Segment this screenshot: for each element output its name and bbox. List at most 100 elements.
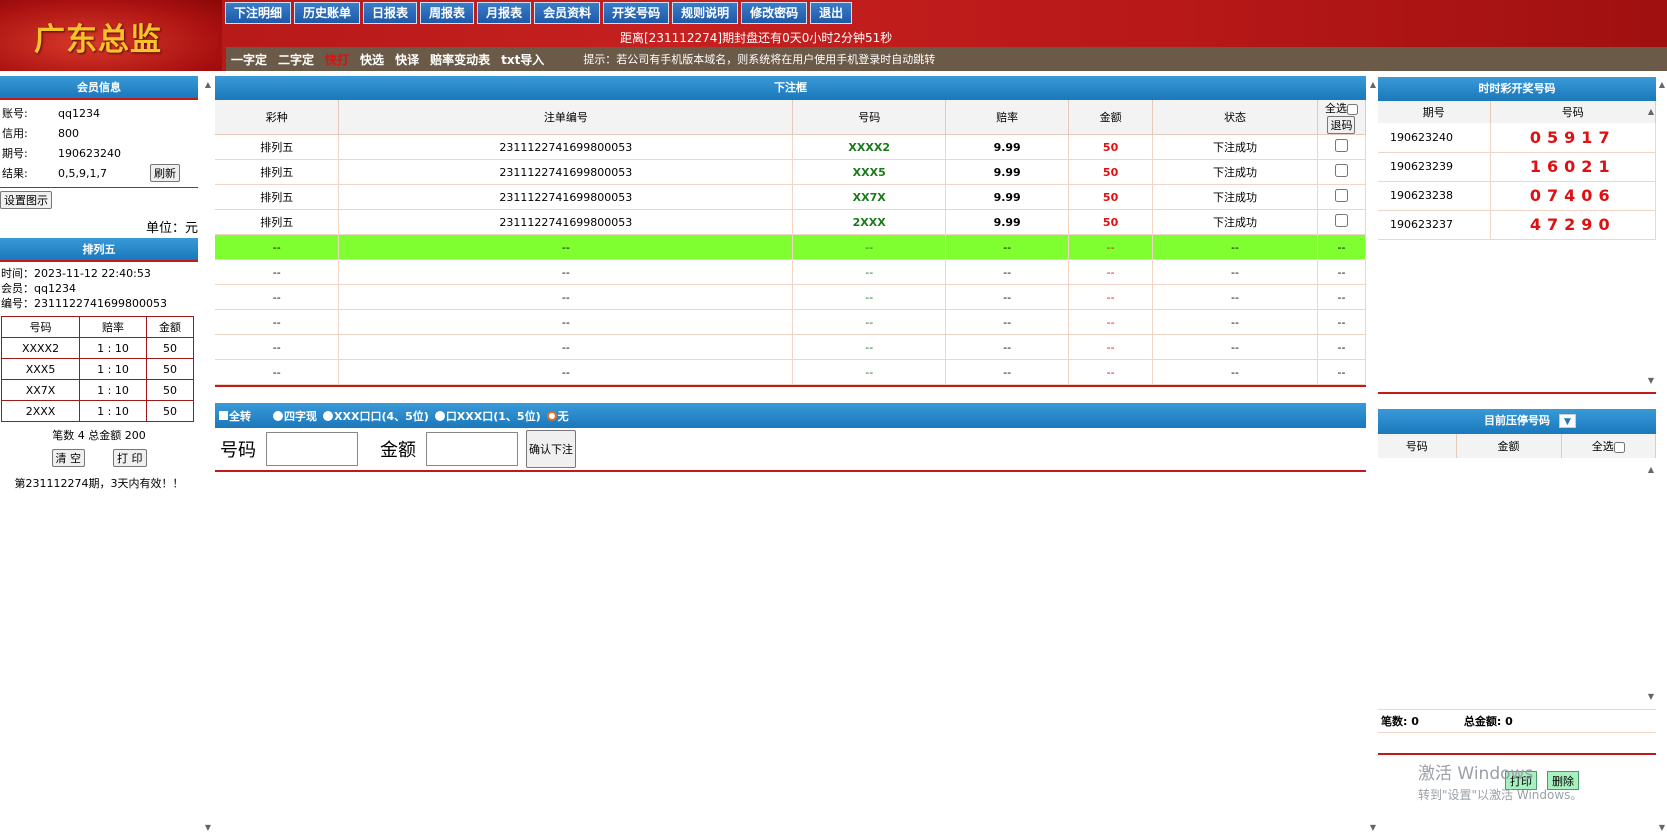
empty-cell: -- <box>215 334 340 360</box>
empty-cell: -- <box>1317 284 1367 310</box>
nav-draw-numbers[interactable]: 开奖号码 <box>603 2 670 24</box>
draw-numbers-panel: 期号 号码 190623240 05917 190623239 16021 19… <box>1378 101 1656 394</box>
subnav-two-digit[interactable]: 二字定 <box>278 51 314 68</box>
confirm-bet-button[interactable]: 确认下注 <box>526 430 576 468</box>
empty-cell: -- <box>1068 259 1154 285</box>
scroll-down-icon[interactable]: ▼ <box>1646 376 1656 385</box>
scroll-up-icon[interactable]: ▲ <box>1646 465 1656 474</box>
cell-lottery: 排列五 <box>215 209 340 235</box>
scroll-up-icon[interactable]: ▲ <box>203 80 213 89</box>
validity-note: 第231112274期，3天内有效！！ <box>14 477 184 490</box>
scroll-down-icon[interactable]: ▼ <box>1646 692 1656 701</box>
nav-weekly-report[interactable]: 周报表 <box>420 2 475 24</box>
col-number: 号码 <box>1378 434 1457 458</box>
account-value: qq1234 <box>58 106 100 120</box>
option-transfer-all[interactable]: 全转 <box>219 408 251 424</box>
cell-status: 下注成功 <box>1152 159 1318 185</box>
cell-amount: 50 <box>1068 184 1154 210</box>
scroll-up-icon[interactable]: ▲ <box>1368 80 1378 89</box>
table-row: 190623237 47290 <box>1378 210 1656 240</box>
draw-numbers-title: 时时彩开奖号码 <box>1378 77 1656 101</box>
subnav-quick-bet[interactable]: 快打 <box>325 51 349 68</box>
settings-legend-button[interactable]: 设置图示 <box>0 191 52 209</box>
empty-cell: -- <box>1068 309 1154 335</box>
print-button[interactable]: 打 印 <box>113 449 147 467</box>
watermark-line-2: 转到"设置"以激活 Windows。 <box>1418 788 1583 802</box>
radio-selected-icon <box>546 410 557 421</box>
table-row: XXXX2 1 : 10 50 <box>0 337 195 359</box>
nav-change-password[interactable]: 修改密码 <box>741 2 808 24</box>
option-four-digit[interactable]: 四字现 <box>273 408 317 424</box>
empty-cell: -- <box>945 309 1070 335</box>
table-row: -- -- -- -- -- -- -- <box>215 334 1367 360</box>
draw-period: 190623240 <box>1378 123 1491 153</box>
retract-button[interactable]: 退码 <box>1327 116 1356 134</box>
cell-status: 下注成功 <box>1152 134 1318 160</box>
row-checkbox[interactable] <box>1334 164 1348 177</box>
clear-button[interactable]: 清 空 <box>51 449 85 467</box>
table-row: 排列五 2311122741699800053 XXX5 9.99 50 下注成… <box>215 159 1367 185</box>
row-checkbox[interactable] <box>1334 189 1348 202</box>
number-input[interactable] <box>266 432 358 466</box>
nav-history[interactable]: 历史账单 <box>294 2 361 24</box>
period-row: 期号: 190623240 <box>0 143 198 163</box>
sub-nav: 一字定 二字定 快打 快选 快译 赔率变动表 txt导入 提示：若公司有手机版本… <box>226 47 1667 71</box>
col-status: 状态 <box>1152 100 1318 135</box>
scroll-down-icon[interactable]: ▼ <box>1657 823 1667 832</box>
nav-member-profile[interactable]: 会员资料 <box>534 2 601 24</box>
count-value: 0 <box>1411 714 1419 728</box>
draw-period: 190623237 <box>1378 210 1491 240</box>
pl5-info: 时间：2023-11-12 22:40:53 会员：qq1234 编号：2311… <box>0 262 198 311</box>
radio-icon <box>323 410 333 421</box>
ticket-amount: 50 <box>145 358 195 380</box>
ticket-odds: 1 : 10 <box>79 379 147 401</box>
scroll-up-icon[interactable]: ▲ <box>1646 107 1656 116</box>
subnav-odds-changes[interactable]: 赔率变动表 <box>430 51 490 68</box>
option-xxx-45[interactable]: XXX口口(4、5位) <box>323 408 429 424</box>
subnav-quick-select[interactable]: 快选 <box>360 51 384 68</box>
pl5-title: 排列五 <box>0 238 198 262</box>
col-amount: 金额 <box>1068 100 1154 135</box>
ticket-number: 2XXX <box>0 400 81 422</box>
logo: 广东总监 <box>34 22 162 58</box>
select-all-checkbox[interactable] <box>1346 103 1358 115</box>
nav-monthly-report[interactable]: 月报表 <box>477 2 532 24</box>
credit-value: 800 <box>58 126 79 140</box>
amount-input[interactable] <box>426 432 518 466</box>
col-amount: 金额 <box>1456 434 1562 458</box>
nav-rules[interactable]: 规则说明 <box>672 2 739 24</box>
table-row: 2XXX 1 : 10 50 <box>0 400 195 422</box>
ticket-odds: 1 : 10 <box>79 358 147 380</box>
draw-number: 47290 <box>1490 210 1656 240</box>
empty-cell: -- <box>792 284 947 310</box>
cell-odds: 9.99 <box>945 134 1070 160</box>
ticket-number: XXX5 <box>0 358 81 380</box>
refresh-button[interactable]: 刷新 <box>150 164 180 182</box>
option-label: 口XXX口(1、5位) <box>445 409 541 423</box>
empty-cell: -- <box>1152 284 1318 310</box>
scroll-up-icon[interactable]: ▲ <box>1657 80 1667 89</box>
draw-number: 16021 <box>1490 152 1656 182</box>
row-checkbox[interactable] <box>1334 214 1348 227</box>
chevron-down-icon[interactable]: ▼ <box>1559 414 1576 428</box>
option-xxx-15[interactable]: 口XXX口(1、5位) <box>434 408 541 424</box>
subnav-quick-translate[interactable]: 快译 <box>395 51 419 68</box>
period-value: 190623240 <box>58 146 121 160</box>
watermark-line-1: 激活 Windows <box>1418 764 1534 784</box>
empty-cell: -- <box>215 359 340 385</box>
nav-bet-detail[interactable]: 下注明细 <box>225 2 292 24</box>
countdown: 距离[231112274]期封盘还有0天0小时2分钟51秒 <box>620 31 893 45</box>
empty-cell: -- <box>792 234 947 260</box>
scroll-down-icon[interactable]: ▼ <box>203 823 213 832</box>
subnav-one-digit[interactable]: 一字定 <box>231 51 267 68</box>
row-checkbox[interactable] <box>1334 139 1348 152</box>
option-label: 四字现 <box>284 409 317 423</box>
scroll-down-icon[interactable]: ▼ <box>1368 823 1378 832</box>
empty-cell: -- <box>338 334 794 360</box>
nav-logout[interactable]: 退出 <box>810 2 853 24</box>
select-all-checkbox[interactable] <box>1613 441 1625 453</box>
subnav-txt-import[interactable]: txt导入 <box>501 51 544 68</box>
nav-daily-report[interactable]: 日报表 <box>363 2 418 24</box>
option-none[interactable]: 无 <box>546 408 569 424</box>
col-amount: 金额 <box>145 316 195 338</box>
